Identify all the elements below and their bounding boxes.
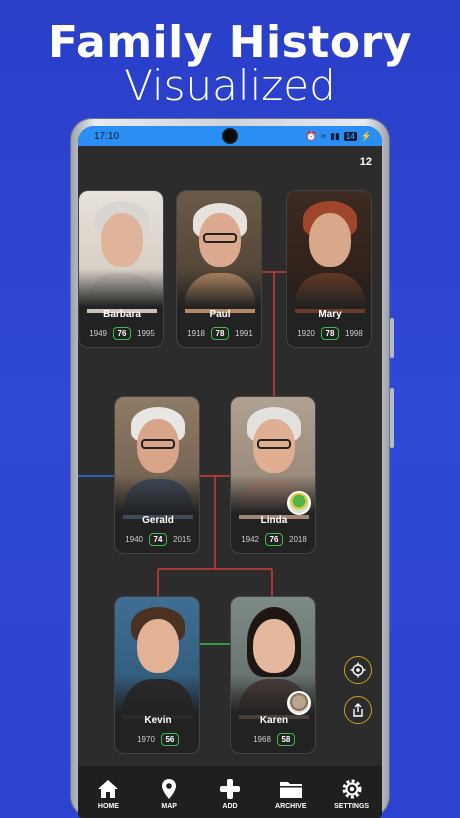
share-button[interactable] bbox=[344, 696, 372, 724]
birth-year: 1940 bbox=[125, 535, 143, 544]
pet-avatar-cat[interactable] bbox=[287, 691, 311, 715]
person-photo bbox=[115, 397, 199, 519]
home-icon bbox=[98, 779, 119, 798]
gear-icon bbox=[342, 779, 362, 798]
nav-label: HOME bbox=[97, 802, 119, 810]
age-badge: 56 bbox=[160, 733, 179, 746]
person-photo bbox=[115, 597, 199, 719]
birth-year: 1968 bbox=[253, 735, 271, 744]
volume-button bbox=[390, 318, 394, 358]
nav-home[interactable]: HOME bbox=[79, 777, 137, 810]
death-year: 2018 bbox=[289, 535, 307, 544]
person-name: Linda bbox=[260, 515, 288, 526]
person-card-mary[interactable]: Mary 1920 78 1998 bbox=[286, 190, 372, 348]
person-photo bbox=[287, 191, 371, 313]
nav-archive[interactable]: ARCHIVE bbox=[262, 777, 320, 810]
nav-label: MAP bbox=[161, 802, 177, 810]
nav-add[interactable]: ADD bbox=[201, 777, 259, 810]
power-button bbox=[390, 388, 394, 448]
target-icon bbox=[350, 662, 366, 678]
person-card-barbara[interactable]: Barbara 1949 76 1995 bbox=[78, 190, 164, 348]
person-name: Mary bbox=[318, 309, 342, 320]
headline: Family History Visualized bbox=[0, 18, 460, 108]
person-name: Paul bbox=[209, 309, 231, 320]
death-year: 1998 bbox=[345, 329, 363, 338]
person-card-paul[interactable]: Paul 1918 78 1991 bbox=[176, 190, 262, 348]
person-card-karen[interactable]: Karen 1968 58 bbox=[230, 596, 316, 754]
share-icon bbox=[353, 703, 363, 717]
nav-map[interactable]: MAP bbox=[140, 777, 198, 810]
plus-icon bbox=[219, 778, 240, 799]
person-photo bbox=[79, 191, 163, 313]
nav-label: ARCHIVE bbox=[275, 802, 307, 810]
age-badge: 78 bbox=[321, 327, 339, 340]
person-name: Karen bbox=[259, 715, 289, 726]
birth-year: 1942 bbox=[241, 535, 259, 544]
app-screen: 17:10 ⏰ ≈ ▮▮ 14 ⚡ 12 Barbara 1949 76 199… bbox=[78, 126, 382, 818]
nav-settings[interactable]: SETTINGS bbox=[323, 777, 381, 810]
birth-year: 1970 bbox=[137, 735, 155, 744]
nav-label: SETTINGS bbox=[334, 802, 370, 810]
phone-frame: 17:10 ⏰ ≈ ▮▮ 14 ⚡ 12 Barbara 1949 76 199… bbox=[70, 118, 394, 818]
death-year: 1995 bbox=[137, 329, 155, 338]
nav-label: ADD bbox=[222, 802, 238, 810]
birth-year: 1918 bbox=[187, 329, 205, 338]
age-badge: 78 bbox=[211, 327, 229, 340]
map-pin-icon bbox=[162, 778, 177, 799]
person-card-gerald[interactable]: Gerald 1940 74 2015 bbox=[114, 396, 200, 554]
headline-subtitle: Visualized bbox=[124, 61, 336, 110]
person-name: Gerald bbox=[142, 515, 174, 526]
bottom-navigation: HOME MAP ADD ARCHIVE SETTINGS bbox=[78, 766, 382, 818]
age-badge: 74 bbox=[149, 533, 167, 546]
death-year: 2015 bbox=[173, 535, 191, 544]
age-badge: 76 bbox=[265, 533, 283, 546]
pet-avatar-parrot[interactable] bbox=[287, 491, 311, 515]
person-card-linda[interactable]: Linda 1942 76 2018 bbox=[230, 396, 316, 554]
death-year: 1991 bbox=[235, 329, 253, 338]
person-photo bbox=[177, 191, 261, 313]
person-name: Kevin bbox=[144, 715, 172, 726]
birth-year: 1920 bbox=[297, 329, 315, 338]
locate-button[interactable] bbox=[344, 656, 372, 684]
age-badge: 76 bbox=[113, 327, 131, 340]
person-name: Barbara bbox=[103, 309, 141, 320]
person-card-kevin[interactable]: Kevin 1970 56 bbox=[114, 596, 200, 754]
age-badge: 58 bbox=[276, 733, 295, 746]
birth-year: 1949 bbox=[89, 329, 107, 338]
folder-icon bbox=[279, 781, 302, 798]
